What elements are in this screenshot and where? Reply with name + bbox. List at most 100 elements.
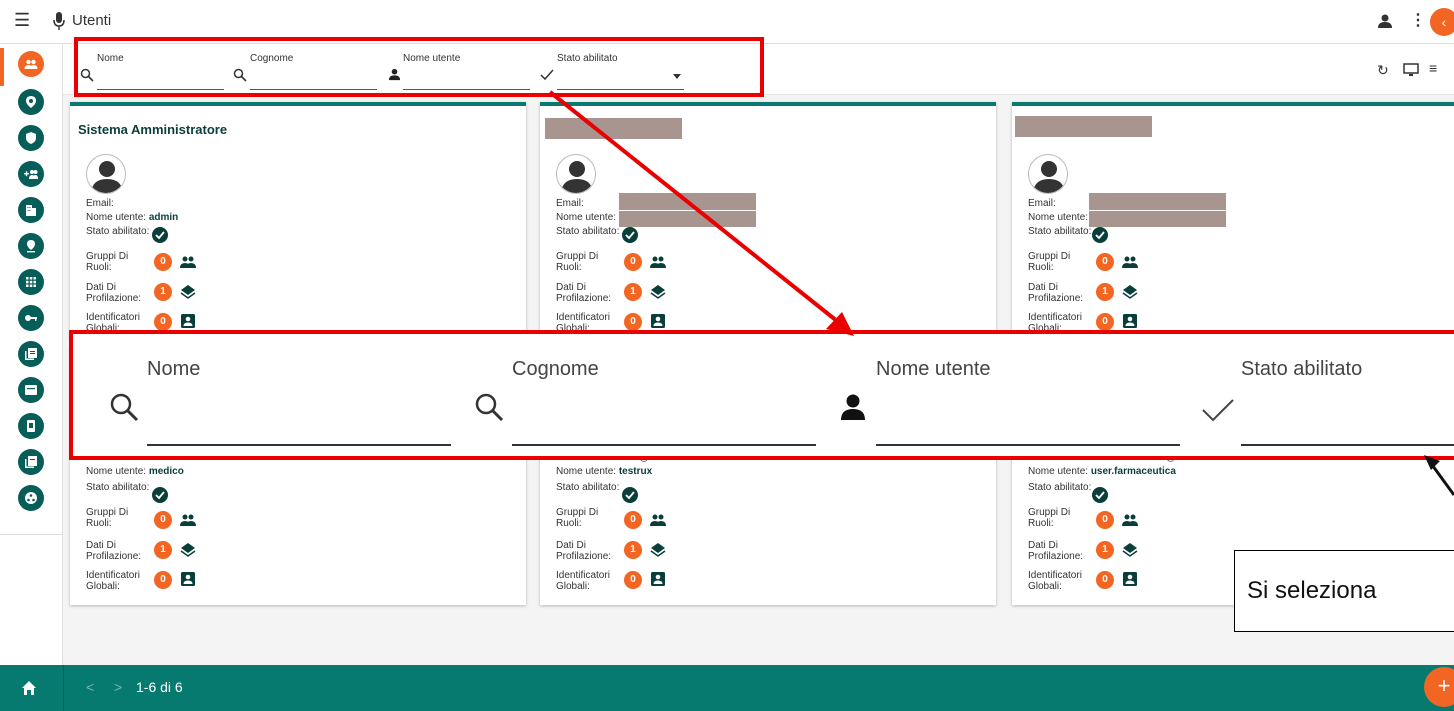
contact-card-icon[interactable] <box>650 313 666 329</box>
zoom-stato-label: Stato abilitato <box>1241 358 1363 380</box>
sidebar-item-users[interactable] <box>18 51 44 77</box>
dati-label: Dati Di Profilazione: <box>86 282 142 304</box>
home-icon[interactable] <box>21 680 37 696</box>
username-row: Nome utente: testrux <box>556 466 652 477</box>
identificatori-count-badge: 0 <box>624 571 642 589</box>
layers-icon[interactable] <box>650 542 666 558</box>
location-icon <box>26 96 36 108</box>
avatar-icon <box>91 161 123 193</box>
place-icon <box>27 240 35 253</box>
email-label: Email: <box>556 198 584 209</box>
enabled-check-icon <box>152 227 168 243</box>
zoom-cognome-label: Cognome <box>512 358 599 380</box>
sidebar-item-keys[interactable] <box>18 305 44 331</box>
email-row: Email: <box>1028 198 1056 209</box>
shield-icon <box>26 132 36 144</box>
next-page-button[interactable]: > <box>114 679 122 695</box>
redacted-username <box>1089 211 1226 227</box>
identificatori-count-badge: 0 <box>1096 313 1114 331</box>
prev-page-button[interactable]: < <box>86 679 94 695</box>
check-icon <box>1202 399 1234 422</box>
dati-label: Dati Di Profilazione: <box>556 282 612 304</box>
sidebar-item-device[interactable] <box>18 413 44 439</box>
username-label: Nome utente: <box>1028 466 1089 477</box>
sidebar-item-add-group[interactable] <box>18 161 44 187</box>
gruppi-count-badge: 0 <box>1096 511 1114 529</box>
annotation-zoom-callout: Nome Cognome Nome utente Stato abilitato <box>69 330 1454 460</box>
contact-card-icon[interactable] <box>1122 571 1138 587</box>
username-value: medico <box>148 466 184 477</box>
dati-count-badge: 1 <box>624 541 642 559</box>
users-icon[interactable] <box>180 512 196 528</box>
user-card[interactable]: Email: Nome utente: Stato abilitato: Gru… <box>1012 102 1454 340</box>
users-icon[interactable] <box>180 254 196 270</box>
person-icon <box>841 394 865 420</box>
sidebar-item-network[interactable] <box>18 485 44 511</box>
users-icon[interactable] <box>1122 254 1138 270</box>
add-user-button[interactable]: + <box>1424 667 1454 707</box>
username-value: user.farmaceutica <box>1090 466 1176 477</box>
sidebar-item-library[interactable] <box>18 341 44 367</box>
gruppi-label: Gruppi Di Ruoli: <box>556 251 599 273</box>
key-icon <box>25 315 37 321</box>
annotation-note-box: Si seleziona <box>1234 550 1454 632</box>
sidebar-item-card[interactable] <box>18 377 44 403</box>
contact-card-icon[interactable] <box>1122 313 1138 329</box>
gruppi-count-badge: 0 <box>154 253 172 271</box>
users-icon[interactable] <box>650 254 666 270</box>
sidebar-item-grid[interactable] <box>18 269 44 295</box>
user-card[interactable]: Email: Nome utente: Stato abilitato: Gru… <box>540 102 996 340</box>
identificatori-count-badge: 0 <box>154 313 172 331</box>
dati-label: Dati Di Profilazione: <box>1028 282 1084 304</box>
zoom-nome-utente-label: Nome utente <box>876 358 991 380</box>
layers-icon[interactable] <box>1122 284 1138 300</box>
identificatori-count-badge: 0 <box>624 313 642 331</box>
layers-icon[interactable] <box>1122 542 1138 558</box>
contact-card-icon[interactable] <box>180 571 196 587</box>
enabled-check-icon <box>622 227 638 243</box>
building-icon <box>26 205 36 216</box>
sidebar-item-locations[interactable] <box>18 89 44 115</box>
gruppi-label: Gruppi Di Ruoli: <box>86 251 129 273</box>
active-marker <box>0 48 4 86</box>
menu-icon[interactable]: ☰ <box>14 10 30 31</box>
sidebar-item-security[interactable] <box>18 125 44 151</box>
layers-icon[interactable] <box>650 284 666 300</box>
users-icon <box>24 59 38 69</box>
collapse-button[interactable]: ‹ <box>1430 8 1454 36</box>
redacted-email <box>1089 193 1226 210</box>
avatar-icon <box>1033 161 1065 193</box>
search-icon <box>110 393 139 422</box>
account-icon[interactable] <box>1377 13 1393 29</box>
more-options-icon[interactable]: ⋮ <box>1410 10 1426 30</box>
identificatori-label: Identificatori Globali: <box>86 570 140 592</box>
pagination-range: 1-6 di 6 <box>136 679 183 695</box>
sidebar-item-docs[interactable] <box>18 449 44 475</box>
email-row: Email: <box>86 198 114 209</box>
mic-icon[interactable] <box>52 12 66 30</box>
enabled-check-icon <box>622 487 638 503</box>
layers-icon[interactable] <box>180 542 196 558</box>
stato-label: Stato abilitato: <box>556 482 620 493</box>
identificatori-label: Identificatori Globali: <box>1028 570 1082 592</box>
sidebar-item-place[interactable] <box>18 233 44 259</box>
grid-icon <box>26 277 36 287</box>
filter-list-icon[interactable]: ≡ <box>1429 60 1437 76</box>
monitor-icon[interactable] <box>1403 63 1419 77</box>
contact-card-icon[interactable] <box>650 571 666 587</box>
users-icon[interactable] <box>1122 512 1138 528</box>
zoom-nome-utente-input <box>876 444 1180 446</box>
gruppi-label: Gruppi Di Ruoli: <box>1028 507 1071 529</box>
gruppi-count-badge: 0 <box>154 511 172 529</box>
library-icon <box>25 348 37 360</box>
contact-card-icon[interactable] <box>180 313 196 329</box>
layers-icon[interactable] <box>180 284 196 300</box>
sidebar-item-building[interactable] <box>18 197 44 223</box>
avatar <box>1028 154 1068 194</box>
user-card[interactable]: Sistema Amministratore Email: Nome utent… <box>70 102 526 340</box>
refresh-icon[interactable]: ↻ <box>1377 62 1389 79</box>
users-icon[interactable] <box>650 512 666 528</box>
email-label: Email: <box>86 198 114 209</box>
add-group-icon <box>24 170 38 179</box>
sidebar-divider <box>0 534 63 535</box>
